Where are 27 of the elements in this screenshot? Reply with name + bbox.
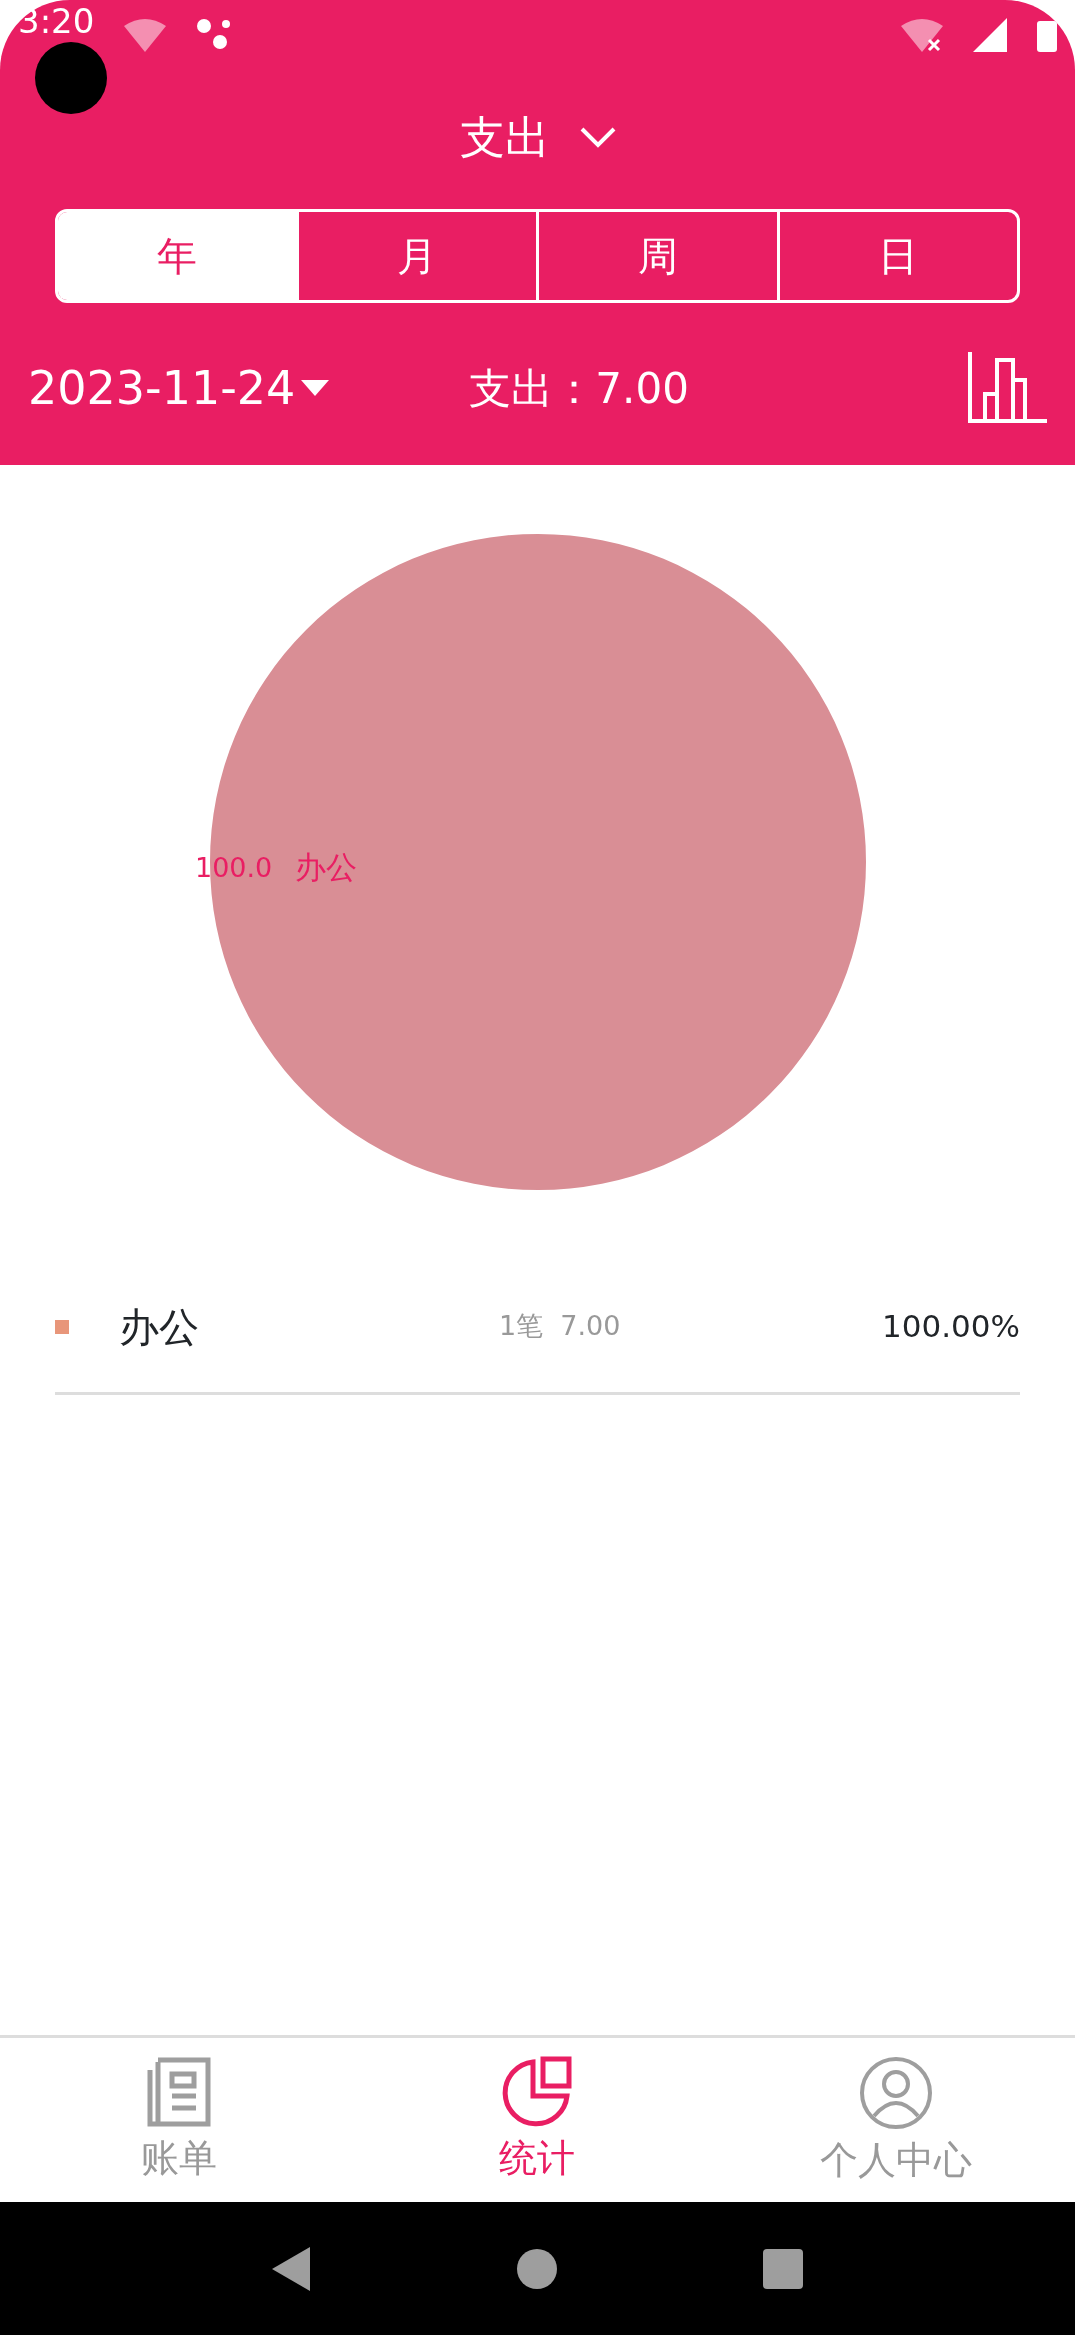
wifi-off-icon [901,18,943,52]
category-percent: 100.00% [882,1307,1020,1347]
signal-icon [973,18,1007,52]
dropdown-triangle-icon[interactable] [301,380,330,396]
category-name: 办公 [119,1302,200,1352]
document-icon [146,2056,213,2128]
category-label: 办公 [295,849,357,885]
pie-chart-icon [501,2056,574,2128]
camera-cutout [35,42,107,114]
home-icon[interactable] [516,2247,559,2290]
chevron-down-icon[interactable] [579,126,616,149]
period-tab[interactable]: 日 [776,212,1017,300]
wifi-unknown-icon [124,18,167,52]
bar-chart-icon[interactable] [967,352,1047,424]
dots-icon [196,18,233,52]
period-tab[interactable]: 月 [295,212,536,300]
type-title[interactable]: 支出 [459,103,550,172]
date-picker[interactable]: 2023-11-24 [28,353,296,423]
entry-count: 1笔 [499,1310,544,1342]
back-icon[interactable] [272,2246,313,2291]
period-tab[interactable]: 周 [536,212,777,300]
user-icon [858,2056,933,2130]
recents-icon[interactable] [762,2248,803,2289]
total-expense: 支出：7.00 [469,362,689,415]
period-tab[interactable]: 年 [58,212,296,300]
battery-icon [1037,18,1057,52]
category-amount: 7.00 [560,1310,621,1342]
